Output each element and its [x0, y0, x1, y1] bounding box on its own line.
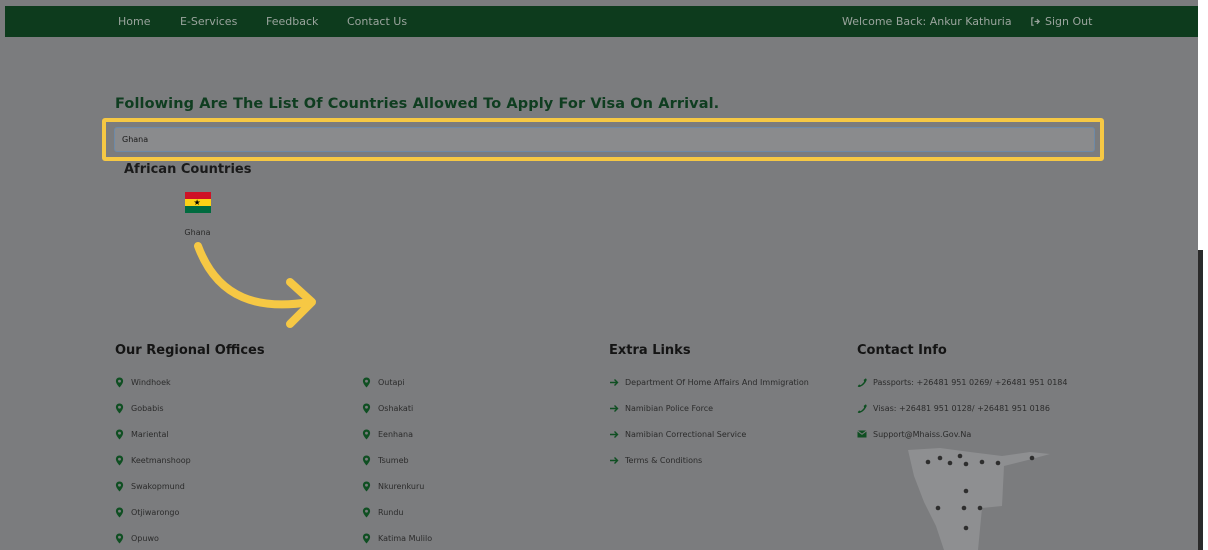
- list-item-label: Oshakati: [378, 403, 414, 413]
- country-name: Ghana: [184, 228, 211, 237]
- curved-arrow-icon: [194, 242, 316, 328]
- contact-item-1[interactable]: Visas: +26481 951 0128/ +26481 951 0186: [857, 395, 1067, 421]
- list-item-label: Swakopmund: [131, 481, 185, 491]
- office-outapi[interactable]: Outapi: [362, 369, 432, 395]
- nav-eservices-link[interactable]: E-Services: [180, 15, 237, 28]
- list-item-label: Outapi: [378, 377, 405, 387]
- namibia-map-image: [908, 448, 1050, 550]
- sign-out-link[interactable]: Sign Out: [1030, 15, 1092, 28]
- list-item-label: Gobabis: [131, 403, 164, 413]
- list-item-label: Passports: +26481 951 0269/ +26481 951 0…: [873, 377, 1068, 387]
- list-item-label: Eenhana: [378, 429, 413, 439]
- list-item-label: Namibian Correctional Service: [625, 429, 747, 439]
- scrollbar-thumb[interactable]: [1198, 250, 1203, 550]
- office-rundu[interactable]: Rundu: [362, 499, 432, 525]
- map-marker-icon: [362, 403, 373, 414]
- nav-contact-link[interactable]: Contact Us: [347, 15, 407, 28]
- map-marker-icon: [115, 429, 126, 440]
- region-heading: African Countries: [124, 162, 252, 177]
- offices-list-col1: Windhoek Gobabis Mariental Keetmanshoop Swak…: [115, 369, 191, 550]
- phone-icon: [857, 403, 868, 414]
- envelope-icon: [857, 430, 868, 438]
- arrow-right-icon: [609, 456, 620, 465]
- contact-item-0[interactable]: Passports: +26481 951 0269/ +26481 951 0…: [857, 369, 1067, 395]
- page-background: Home E-Services Feedback Contact Us Welc…: [0, 0, 1203, 550]
- contact-info-heading: Contact Info: [857, 343, 947, 358]
- map-marker-icon: [115, 533, 126, 544]
- list-item-label: Rundu: [378, 507, 404, 517]
- extra-links-list: Department Of Home Affairs And Immigrati…: [609, 369, 809, 473]
- map-marker-icon: [115, 455, 126, 466]
- list-item-label: Department Of Home Affairs And Immigrati…: [625, 377, 809, 387]
- nav-feedback-link[interactable]: Feedback: [266, 15, 318, 28]
- map-marker-icon: [362, 429, 373, 440]
- list-item-label: Windhoek: [131, 377, 171, 387]
- map-marker-icon: [362, 507, 373, 518]
- list-item-label: Visas: +26481 951 0128/ +26481 951 0186: [873, 403, 1050, 413]
- page-title: Following Are The List Of Countries Allo…: [115, 96, 720, 112]
- office-mariental[interactable]: Mariental: [115, 421, 191, 447]
- ghana-flag-icon: ★: [184, 192, 211, 213]
- top-navbar: Home E-Services Feedback Contact Us Welc…: [5, 6, 1203, 37]
- list-item-label: Support@Mhaiss.Gov.Na: [873, 429, 972, 439]
- country-search-input[interactable]: [114, 127, 1095, 152]
- list-item-label: Nkurenkuru: [378, 481, 425, 491]
- list-item-label: Namibian Police Force: [625, 403, 714, 413]
- country-card-ghana[interactable]: ★ Ghana: [170, 192, 225, 237]
- arrow-right-icon: [609, 378, 620, 387]
- office-katima-mulilo[interactable]: Katima Mulilo: [362, 525, 432, 550]
- office-otjiwarongo[interactable]: Otjiwarongo: [115, 499, 191, 525]
- extra-links-heading: Extra Links: [609, 343, 691, 358]
- office-oshakati[interactable]: Oshakati: [362, 395, 432, 421]
- map-marker-icon: [362, 533, 373, 544]
- offices-list-col2: Outapi Oshakati Eenhana Tsumeb Nkurenkuru Run…: [362, 369, 432, 550]
- office-swakopmund[interactable]: Swakopmund: [115, 473, 191, 499]
- arrow-right-icon: [609, 430, 620, 439]
- link-department-of-home-affairs-and-immigration[interactable]: Department Of Home Affairs And Immigrati…: [609, 369, 809, 395]
- arrow-right-icon: [609, 404, 620, 413]
- nav-home-link[interactable]: Home: [118, 15, 150, 28]
- office-windhoek[interactable]: Windhoek: [115, 369, 191, 395]
- link-namibian-correctional-service[interactable]: Namibian Correctional Service: [609, 421, 809, 447]
- list-item-label: Keetmanshoop: [131, 455, 191, 465]
- map-marker-icon: [115, 481, 126, 492]
- list-item-label: Otjiwarongo: [131, 507, 180, 517]
- list-item-label: Tsumeb: [378, 455, 409, 465]
- list-item-label: Mariental: [131, 429, 169, 439]
- list-item-label: Opuwo: [131, 533, 159, 543]
- map-marker-icon: [362, 481, 373, 492]
- phone-icon: [857, 377, 868, 388]
- list-item-label: Terms & Conditions: [625, 455, 703, 465]
- map-marker-icon: [115, 507, 126, 518]
- sign-out-icon: [1031, 17, 1041, 26]
- link-terms-conditions[interactable]: Terms & Conditions: [609, 447, 809, 473]
- map-marker-icon: [115, 403, 126, 414]
- map-marker-icon: [362, 377, 373, 388]
- offices-heading: Our Regional Offices: [115, 343, 265, 358]
- office-opuwo[interactable]: Opuwo: [115, 525, 191, 550]
- contact-item-2[interactable]: Support@Mhaiss.Gov.Na: [857, 421, 1067, 447]
- office-nkurenkuru[interactable]: Nkurenkuru: [362, 473, 432, 499]
- link-namibian-police-force[interactable]: Namibian Police Force: [609, 395, 809, 421]
- office-keetmanshoop[interactable]: Keetmanshoop: [115, 447, 191, 473]
- office-gobabis[interactable]: Gobabis: [115, 395, 191, 421]
- welcome-text: Welcome Back: Ankur Kathuria: [842, 15, 1012, 28]
- map-marker-icon: [362, 455, 373, 466]
- map-marker-icon: [115, 377, 126, 388]
- list-item-label: Katima Mulilo: [378, 533, 433, 543]
- contact-list: Passports: +26481 951 0269/ +26481 951 0…: [857, 369, 1067, 447]
- sign-out-label: Sign Out: [1045, 15, 1093, 28]
- office-tsumeb[interactable]: Tsumeb: [362, 447, 432, 473]
- office-eenhana[interactable]: Eenhana: [362, 421, 432, 447]
